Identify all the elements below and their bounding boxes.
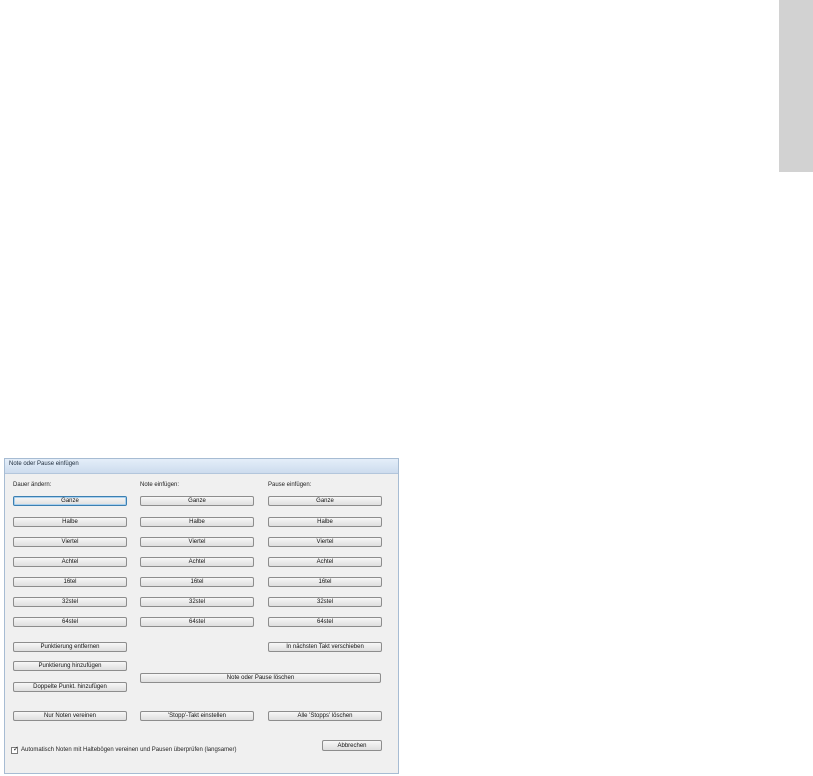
note-column-label: Note einfügen:	[140, 482, 180, 488]
note-16tel-button[interactable]: 16tel	[140, 577, 254, 587]
note-64stel-button[interactable]: 64stel	[140, 617, 254, 627]
note-achtel-button[interactable]: Achtel	[140, 557, 254, 567]
rest-ganze-button[interactable]: Ganze	[268, 496, 382, 506]
auto-merge-checkbox[interactable]: ✓	[11, 745, 19, 754]
add-double-dot-button[interactable]: Doppelte Punkt. hinzufügen	[13, 682, 127, 692]
rest-16tel-button[interactable]: 16tel	[268, 577, 382, 587]
auto-merge-label: Automatisch Noten mit Haltebögen vereine…	[21, 747, 237, 753]
duration-achtel-button[interactable]: Achtel	[13, 557, 127, 567]
rest-halbe-button[interactable]: Halbe	[268, 517, 382, 527]
dialog-titlebar: Note oder Pause einfügen	[5, 459, 398, 474]
rest-achtel-button[interactable]: Achtel	[268, 557, 382, 567]
dialog-title: Note oder Pause einfügen	[9, 461, 79, 467]
duration-viertel-button[interactable]: Viertel	[13, 537, 127, 547]
set-stop-bar-button[interactable]: 'Stopp'-Takt einstellen	[140, 711, 254, 721]
move-next-bar-button[interactable]: In nächsten Takt verschieben	[268, 642, 382, 652]
note-ganze-button[interactable]: Ganze	[140, 496, 254, 506]
checkmark-icon: ✓	[13, 745, 19, 753]
duration-column-label: Dauer ändern:	[13, 482, 52, 488]
add-dot-button[interactable]: Punktierung hinzufügen	[13, 661, 127, 671]
rest-column-label: Pause einfügen:	[268, 482, 312, 488]
cancel-button[interactable]: Abbrechen	[322, 740, 382, 751]
note-viertel-button[interactable]: Viertel	[140, 537, 254, 547]
auto-merge-option[interactable]: ✓ Automatisch Noten mit Haltebögen verei…	[11, 745, 236, 755]
remove-dot-button[interactable]: Punktierung entfernen	[13, 642, 127, 652]
duration-16tel-button[interactable]: 16tel	[13, 577, 127, 587]
note-halbe-button[interactable]: Halbe	[140, 517, 254, 527]
rest-64stel-button[interactable]: 64stel	[268, 617, 382, 627]
side-tab	[779, 0, 813, 172]
insert-note-rest-dialog: Note oder Pause einfügen Dauer ändern: N…	[4, 458, 399, 774]
rest-viertel-button[interactable]: Viertel	[268, 537, 382, 547]
merge-notes-button[interactable]: Nur Noten vereinen	[13, 711, 127, 721]
note-32stel-button[interactable]: 32stel	[140, 597, 254, 607]
duration-ganze-button[interactable]: Ganze	[13, 496, 127, 506]
duration-halbe-button[interactable]: Halbe	[13, 517, 127, 527]
duration-64stel-button[interactable]: 64stel	[13, 617, 127, 627]
delete-note-rest-button[interactable]: Note oder Pause löschen	[140, 673, 381, 683]
duration-32stel-button[interactable]: 32stel	[13, 597, 127, 607]
delete-all-stops-button[interactable]: Alle 'Stopps' löschen	[268, 711, 382, 721]
rest-32stel-button[interactable]: 32stel	[268, 597, 382, 607]
